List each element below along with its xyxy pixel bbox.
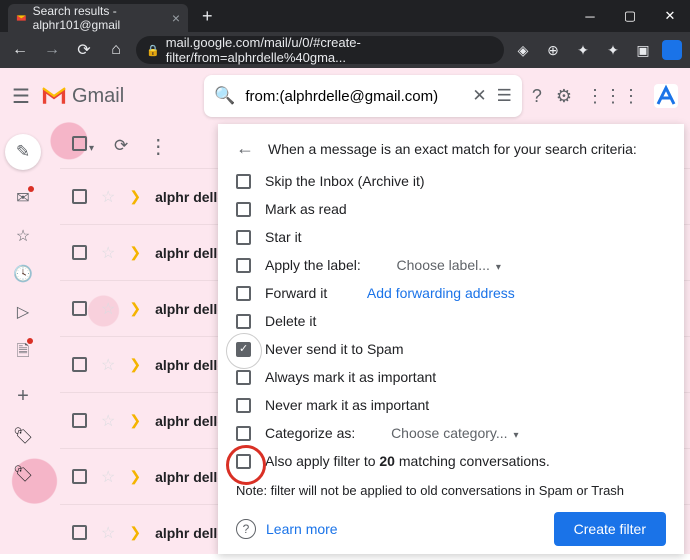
gmail-logo-text: Gmail <box>72 85 124 108</box>
row-checkbox[interactable] <box>72 469 87 484</box>
star-icon[interactable]: ☆ <box>101 299 115 319</box>
option-never-spam[interactable]: Never send it to Spam <box>236 341 666 357</box>
option-mark-read[interactable]: Mark as read <box>236 201 666 217</box>
star-icon[interactable]: ☆ <box>101 411 115 431</box>
row-checkbox[interactable] <box>72 189 87 204</box>
option-star[interactable]: Star it <box>236 229 666 245</box>
option-apply-label[interactable]: Apply the label: Choose label...▾ <box>236 257 666 273</box>
label-select[interactable]: Choose label...▾ <box>397 257 501 273</box>
create-filter-button[interactable]: Create filter <box>554 512 666 546</box>
sender-name: alphr delle <box>155 301 225 317</box>
row-checkbox[interactable] <box>72 357 87 372</box>
star-icon[interactable]: ☆ <box>101 467 115 487</box>
label-icon[interactable]: 🏷 <box>13 426 33 446</box>
close-window-button[interactable]: ✕ <box>650 0 690 32</box>
important-marker-icon[interactable]: ❯ <box>129 244 141 261</box>
reload-button[interactable]: ⟳ <box>72 40 96 60</box>
row-checkbox[interactable] <box>72 413 87 428</box>
option-delete[interactable]: Delete it <box>236 313 666 329</box>
browser-tab[interactable]: Search results - alphr101@gmail × <box>8 4 188 32</box>
search-icon[interactable]: 🔍 <box>214 86 235 106</box>
back-button[interactable]: ← <box>8 41 32 59</box>
account-avatar[interactable] <box>654 84 678 108</box>
address-bar[interactable]: 🔒 mail.google.com/mail/u/0/#create-filte… <box>136 36 504 64</box>
gmail-favicon <box>16 11 27 25</box>
star-icon[interactable]: ☆ <box>101 187 115 207</box>
filter-note: Note: filter will not be applied to old … <box>236 483 666 498</box>
important-marker-icon[interactable]: ❯ <box>129 188 141 205</box>
option-skip-inbox[interactable]: Skip the Inbox (Archive it) <box>236 173 666 189</box>
search-input[interactable] <box>245 88 462 105</box>
refresh-button[interactable]: ⟳ <box>114 136 128 156</box>
option-forward[interactable]: Forward it Add forwarding address <box>236 285 666 301</box>
minimize-button[interactable]: ─ <box>570 0 610 32</box>
snoozed-icon[interactable]: 🕓 <box>13 264 33 284</box>
starred-icon[interactable]: ☆ <box>16 226 30 246</box>
option-never-important[interactable]: Never mark it as important <box>236 397 666 413</box>
category-select[interactable]: Choose category...▾ <box>391 425 519 441</box>
forward-button[interactable]: → <box>40 41 64 59</box>
drafts-icon[interactable]: 🗎 <box>17 340 30 367</box>
row-checkbox[interactable] <box>72 525 87 540</box>
panel-title: When a message is an exact match for you… <box>268 141 637 157</box>
sender-name: alphr delle <box>155 357 225 373</box>
important-marker-icon[interactable]: ❯ <box>129 300 141 317</box>
extension-icon[interactable]: ⊕ <box>542 39 564 61</box>
new-tab-button[interactable]: + <box>196 3 219 30</box>
sender-name: alphr delle <box>155 413 225 429</box>
option-always-important[interactable]: Always mark it as important <box>236 369 666 385</box>
select-all-checkbox[interactable]: ▾ <box>72 136 94 156</box>
extensions-icon[interactable]: ✦ <box>602 39 624 61</box>
sender-name: alphr delle <box>155 189 225 205</box>
more-button[interactable]: ⋮ <box>148 134 168 159</box>
search-options-icon[interactable]: ☰ <box>497 86 512 106</box>
url-text: mail.google.com/mail/u/0/#create-filter/… <box>166 35 494 65</box>
gmail-m-icon <box>40 86 68 106</box>
label-icon[interactable]: 🏷 <box>13 464 33 484</box>
clear-search-icon[interactable]: ✕ <box>472 86 486 106</box>
star-icon[interactable]: ☆ <box>101 243 115 263</box>
learn-more-link[interactable]: Learn more <box>266 521 338 537</box>
main-menu-icon[interactable]: ☰ <box>12 84 30 109</box>
compose-button[interactable]: ✎ <box>5 134 41 170</box>
sender-name: alphr delle <box>155 245 225 261</box>
create-filter-panel: ← When a message is an exact match for y… <box>218 124 684 554</box>
important-marker-icon[interactable]: ❯ <box>129 524 141 541</box>
extension-icon[interactable]: ▣ <box>632 39 654 61</box>
extension-icon[interactable] <box>662 40 682 60</box>
extension-icon[interactable]: ✦ <box>572 39 594 61</box>
home-button[interactable]: ⌂ <box>104 41 128 59</box>
help-icon[interactable]: ? <box>236 519 256 539</box>
extension-icon[interactable]: ◈ <box>512 39 534 61</box>
sent-icon[interactable]: ▷ <box>17 302 29 322</box>
support-icon[interactable]: ? <box>532 86 542 107</box>
important-marker-icon[interactable]: ❯ <box>129 356 141 373</box>
option-categorize[interactable]: Categorize as: Choose category...▾ <box>236 425 666 441</box>
search-box[interactable]: 🔍 ✕ ☰ <box>204 75 522 117</box>
important-marker-icon[interactable]: ❯ <box>129 412 141 429</box>
row-checkbox[interactable] <box>72 301 87 316</box>
row-checkbox[interactable] <box>72 245 87 260</box>
tab-title: Search results - alphr101@gmail <box>33 4 166 32</box>
important-marker-icon[interactable]: ❯ <box>129 468 141 485</box>
apps-icon[interactable]: ⋮⋮⋮ <box>586 86 640 107</box>
lock-icon: 🔒 <box>146 44 160 57</box>
inbox-icon[interactable]: ✉ <box>16 188 29 208</box>
back-icon[interactable]: ← <box>236 138 254 159</box>
star-icon[interactable]: ☆ <box>101 523 115 543</box>
sender-name: alphr delle <box>155 525 225 541</box>
gmail-logo[interactable]: Gmail <box>40 85 124 108</box>
tab-close-icon[interactable]: × <box>172 10 180 26</box>
option-apply-existing[interactable]: Also apply filter to 20 matching convers… <box>236 453 666 469</box>
maximize-button[interactable]: ▢ <box>610 0 650 32</box>
expand-labels-icon[interactable]: + <box>17 385 29 408</box>
sender-name: alphr delle <box>155 469 225 485</box>
add-forwarding-link[interactable]: Add forwarding address <box>367 285 515 301</box>
star-icon[interactable]: ☆ <box>101 355 115 375</box>
settings-icon[interactable]: ⚙ <box>556 86 572 107</box>
